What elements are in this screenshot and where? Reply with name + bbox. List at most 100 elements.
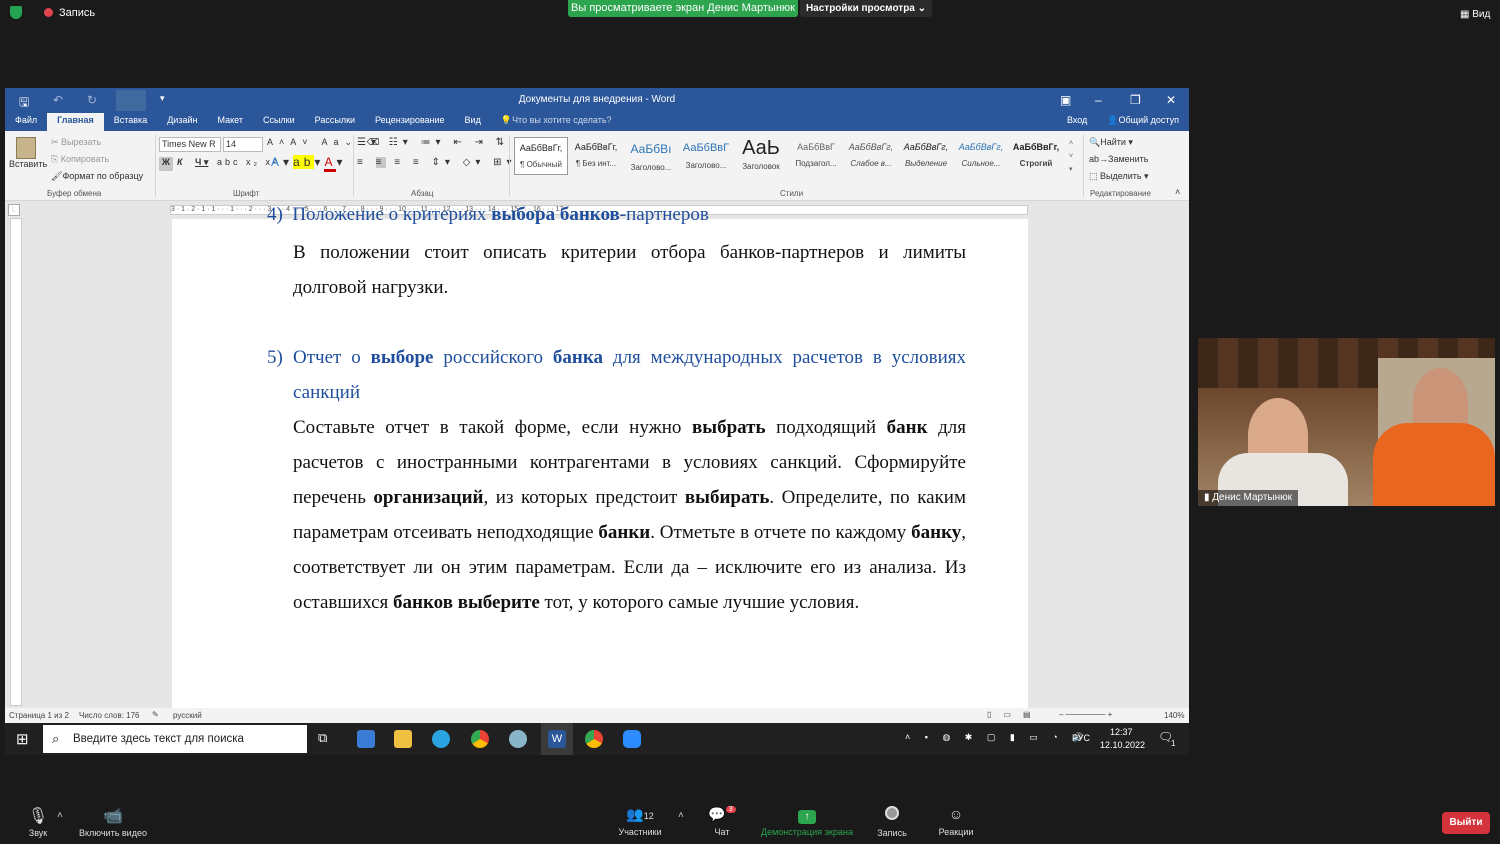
recording-indicator[interactable]: Запись: [10, 6, 95, 19]
minimize-icon[interactable]: –: [1095, 93, 1102, 107]
style-no-spacing[interactable]: АаБбВвГг, ¶ Без инт...: [569, 137, 623, 175]
cut-label: Вырезать: [61, 137, 102, 147]
document-page[interactable]: 4) Положение о критериях выбора банков-п…: [172, 204, 1028, 708]
style-subtitle[interactable]: АаБбВвГ Подзагол...: [789, 137, 843, 175]
calculator-icon[interactable]: [357, 730, 375, 748]
ribbon-display-icon[interactable]: ▣: [1060, 93, 1071, 107]
view-button[interactable]: ▦ Вид: [1460, 9, 1490, 20]
tab-file[interactable]: Файл: [5, 113, 47, 131]
page-count[interactable]: Страница 1 из 2: [9, 711, 69, 720]
reactions-button[interactable]: ☺ Реакции: [934, 806, 978, 837]
paste-button[interactable]: Вставить: [9, 137, 47, 169]
style-heading2[interactable]: АаБбВвГ Заголово...: [679, 137, 733, 175]
file-explorer-icon[interactable]: [394, 730, 412, 748]
tab-design[interactable]: Дизайн: [157, 113, 207, 131]
style-preview: АаБбВвГг,: [903, 142, 949, 152]
word-taskbar-active[interactable]: W: [541, 723, 573, 755]
share-button[interactable]: 👤Общий доступ: [1097, 113, 1189, 131]
taskbar-search-placeholder: Введите здесь текст для поиска: [73, 733, 244, 745]
clock-date[interactable]: 12.10.2022: [1100, 740, 1145, 750]
share-screen-button[interactable]: ↑ Демонстрация экрана: [756, 806, 858, 837]
chrome-icon[interactable]: [471, 730, 489, 748]
paint-icon[interactable]: [509, 730, 527, 748]
tab-review[interactable]: Рецензирование: [365, 113, 455, 131]
audio-options-caret[interactable]: ˄: [57, 810, 63, 821]
chrome-icon[interactable]: [585, 730, 603, 748]
signin-link[interactable]: Вход: [1057, 113, 1097, 131]
underline-button[interactable]: Ч ▾: [195, 157, 208, 168]
cut-button[interactable]: ✂ Вырезать: [51, 137, 101, 148]
list-buttons[interactable]: ☰▾ ☷▾ ≔▾ ⇤ ⇥ ⇅ ¶: [357, 137, 527, 148]
style-preview: АаБбВвГг,: [848, 142, 894, 152]
format-painter-button[interactable]: 🖌Формат по образцу: [51, 171, 143, 182]
tab-insert[interactable]: Вставка: [104, 113, 157, 131]
item4-text-c: -партнеров: [619, 204, 709, 225]
document-title: Документы для внедрения - Word: [518, 94, 676, 105]
tab-mailings[interactable]: Рассылки: [305, 113, 365, 131]
style-title[interactable]: АаЬ Заголовок: [734, 137, 788, 175]
find-label: Найти: [1100, 137, 1126, 147]
view-mode-icons[interactable]: ▯▭▤: [987, 710, 1043, 719]
style-emphasis[interactable]: АаБбВвГг, Выделение: [899, 137, 953, 175]
clock-time[interactable]: 12:37: [1110, 727, 1133, 737]
text-part: подходящий: [765, 417, 887, 438]
leave-button[interactable]: Выйти: [1442, 812, 1490, 834]
participants-caret[interactable]: ˄: [678, 810, 684, 821]
tell-me-box[interactable]: 💡Что вы хотите сделать?: [491, 113, 622, 131]
tab-view[interactable]: Вид: [455, 113, 491, 131]
close-icon[interactable]: ✕: [1166, 93, 1176, 107]
style-strong[interactable]: АаБбВвГг, Строгий: [1009, 137, 1063, 175]
text-effects-highlight-color[interactable]: A▾ab▾A▾: [271, 155, 346, 172]
input-language[interactable]: РУС: [1072, 733, 1090, 743]
text-part: . Отметьте в отчете по каждому: [650, 522, 912, 543]
style-preview: АаБбВвГг,: [1012, 142, 1060, 152]
telegram-icon[interactable]: [432, 730, 450, 748]
zoom-level[interactable]: 140%: [1164, 711, 1184, 720]
alignment-buttons[interactable]: ≡ ≡ ≡ ≡ ⇕▾ ◇▾ ⊞▾: [357, 157, 517, 168]
styles-scroll[interactable]: ˄ ˅ ▾: [1069, 137, 1073, 176]
proofing-icon[interactable]: ✎: [152, 710, 159, 719]
restore-icon[interactable]: ❐: [1130, 93, 1141, 107]
tab-selector-icon[interactable]: L: [8, 204, 20, 216]
font-size-field[interactable]: 14: [223, 137, 263, 152]
word-count[interactable]: Число слов: 176: [79, 711, 139, 720]
person-icon: 👤: [1107, 115, 1119, 125]
zoom-slider[interactable]: – ─────── +: [1059, 710, 1112, 719]
task-view-icon[interactable]: ⧉: [318, 730, 336, 748]
tab-home[interactable]: Главная: [47, 113, 104, 131]
reactions-icon: ☺: [948, 806, 964, 822]
zoom-app-icon[interactable]: [623, 730, 641, 748]
video-button[interactable]: 📹 Включить видео: [72, 806, 154, 838]
tray-icons[interactable]: ˄ ▪ ◍ ✱ ▢ ▮ ▭ ◔ 🔊: [905, 732, 1089, 743]
tab-references[interactable]: Ссылки: [253, 113, 305, 131]
audio-button[interactable]: 🎙 Звук: [22, 806, 54, 838]
tab-layout[interactable]: Макет: [207, 113, 252, 131]
view-settings-button[interactable]: Настройки просмотра ⌄: [800, 0, 932, 17]
find-button[interactable]: 🔍Найти ▾: [1089, 137, 1133, 148]
replace-button[interactable]: ab→Заменить: [1089, 154, 1148, 164]
participants-button[interactable]: 👥12 Участники: [612, 806, 668, 837]
italic-button[interactable]: К: [177, 157, 183, 167]
collapse-ribbon-icon[interactable]: ˄: [1175, 187, 1180, 197]
record-button[interactable]: Запись: [872, 806, 912, 838]
font-name-field[interactable]: Times New R: [159, 137, 221, 152]
style-intense-emphasis[interactable]: АаБбВвГг, Сильное...: [954, 137, 1008, 175]
replace-icon: ab→: [1089, 154, 1109, 164]
participant-video[interactable]: ▮ Денис Мартынюк: [1198, 338, 1495, 506]
style-normal[interactable]: АаБбВвГг, ¶ Обычный: [514, 137, 568, 175]
copy-button[interactable]: ⎘ Копировать: [51, 154, 109, 165]
style-preview: АаЬ: [742, 137, 780, 159]
style-subtle-emphasis[interactable]: АаБбВвГг, Слабое в...: [844, 137, 898, 175]
taskbar-search[interactable]: ⌕ Введите здесь текст для поиска: [43, 725, 307, 753]
windows-start-icon[interactable]: ⊞: [16, 730, 29, 748]
language-status[interactable]: русский: [173, 711, 202, 720]
style-heading1[interactable]: АаБбВı Заголово...: [624, 137, 678, 175]
vertical-ruler[interactable]: [10, 218, 22, 706]
item4-text-a: Положение о критериях: [292, 204, 492, 225]
item4-heading: 4) Положение о критериях выбора банков-п…: [267, 197, 967, 232]
strike-sub-sup-buttons[interactable]: abc x₂ x²: [217, 157, 279, 167]
select-button[interactable]: ⬚ Выделить ▾: [1089, 171, 1149, 182]
bold-button[interactable]: Ж: [159, 157, 173, 171]
chat-button[interactable]: 💬 3 Чат: [704, 806, 740, 837]
video-off-icon: 📹: [103, 808, 123, 825]
